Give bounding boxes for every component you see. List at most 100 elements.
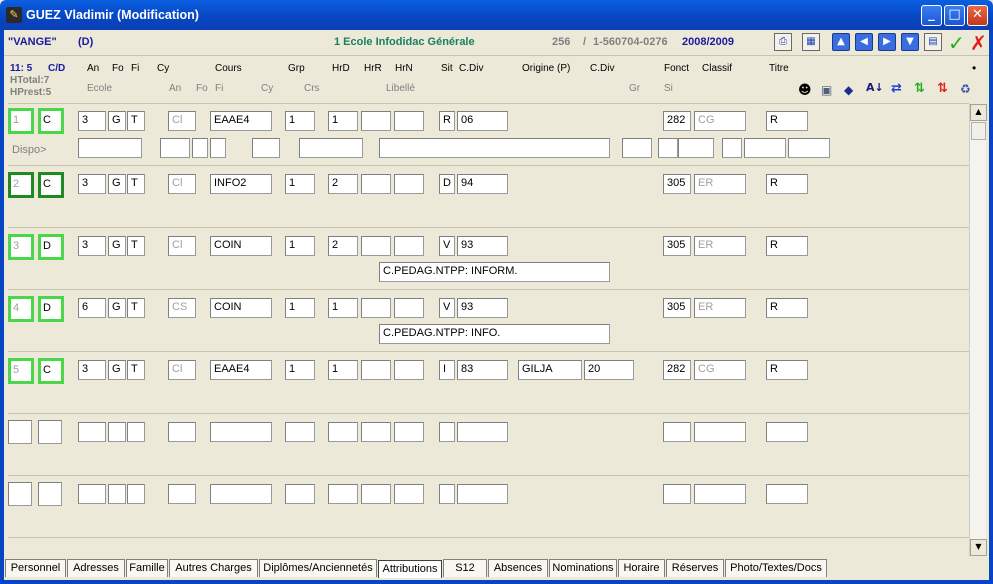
libelle-field[interactable]: C.PEDAG.NTPP: INFO. — [379, 324, 610, 344]
sit-field[interactable]: V — [439, 236, 455, 256]
cdiv-field[interactable]: 93 — [457, 236, 508, 256]
menu-dot[interactable]: • — [972, 61, 976, 75]
classif-field[interactable]: ER — [694, 174, 746, 194]
cours-field[interactable]: EAAE4 — [210, 111, 272, 131]
fi-field[interactable]: T — [127, 298, 145, 318]
hrn-field[interactable] — [394, 174, 424, 194]
cours-field[interactable] — [210, 484, 272, 504]
sort-az-icon[interactable]: A↓ — [866, 81, 884, 94]
fonct-field[interactable]: 305 — [663, 174, 691, 194]
fonct-field[interactable]: 282 — [663, 360, 691, 380]
cours-field[interactable]: INFO2 — [210, 174, 272, 194]
tab-adresses[interactable]: Adresses — [67, 559, 125, 577]
cdiv-field[interactable]: 83 — [457, 360, 508, 380]
cd-box[interactable]: D — [38, 234, 64, 260]
cy-field[interactable]: Cl — [168, 111, 196, 131]
hrn-field[interactable] — [394, 360, 424, 380]
fi-field[interactable] — [127, 422, 145, 442]
dispo-fi-field[interactable] — [210, 138, 226, 158]
tab-horaire[interactable]: Horaire — [618, 559, 665, 577]
an-field[interactable] — [78, 484, 106, 504]
fonct-field[interactable] — [663, 422, 691, 442]
titre-field[interactable] — [766, 484, 808, 504]
move-green-icon[interactable]: ⇅ — [914, 81, 925, 96]
cdiv-field[interactable]: 06 — [457, 111, 508, 131]
cd-box[interactable]: D — [38, 296, 64, 322]
hrd-field[interactable]: 1 — [328, 111, 358, 131]
tab-s12[interactable]: S12 — [443, 559, 487, 577]
tab-diplomes[interactable]: Diplômes/Anciennetés — [259, 559, 377, 577]
row-number-box[interactable]: 2 — [8, 172, 34, 198]
hrd-field[interactable]: 1 — [328, 360, 358, 380]
hrr-field[interactable] — [361, 236, 391, 256]
an-field[interactable]: 3 — [78, 174, 106, 194]
classif-field[interactable]: CG — [694, 360, 746, 380]
move-red-icon[interactable]: ⇅ — [937, 81, 948, 96]
classif-field[interactable] — [694, 484, 746, 504]
dispo-an-field[interactable] — [160, 138, 190, 158]
person-icon[interactable]: ☻ — [798, 83, 812, 98]
hrd-field[interactable]: 2 — [328, 174, 358, 194]
car-icon[interactable]: ◆ — [844, 83, 853, 97]
classif-field[interactable]: ER — [694, 236, 746, 256]
hrn-field[interactable] — [394, 422, 424, 442]
tab-absences[interactable]: Absences — [488, 559, 548, 577]
grp-field[interactable]: 1 — [285, 298, 315, 318]
hrd-field[interactable]: 2 — [328, 236, 358, 256]
fi-field[interactable]: T — [127, 236, 145, 256]
row-number-box[interactable]: 5 — [8, 358, 34, 384]
titre-field[interactable]: R — [766, 111, 808, 131]
row-number-box[interactable] — [8, 420, 32, 444]
hrd-field[interactable] — [328, 422, 358, 442]
dispo-cy-field[interactable] — [252, 138, 280, 158]
grp-field[interactable]: 1 — [285, 236, 315, 256]
sit-field[interactable]: V — [439, 298, 455, 318]
cdiv-field[interactable]: 93 — [457, 298, 508, 318]
fo-field[interactable] — [108, 422, 126, 442]
scroll-thumb[interactable] — [971, 122, 986, 140]
dispo-crs-field[interactable] — [299, 138, 363, 158]
cd-box[interactable]: C — [38, 108, 64, 134]
cd-box[interactable]: C — [38, 358, 64, 384]
fo-field[interactable]: G — [108, 174, 126, 194]
fi-field[interactable]: T — [127, 360, 145, 380]
grp-field[interactable] — [285, 484, 315, 504]
hrr-field[interactable] — [361, 298, 391, 318]
calculator-icon[interactable]: ▦ — [802, 33, 820, 51]
classif-field[interactable]: CG — [694, 111, 746, 131]
titre-field[interactable]: R — [766, 236, 808, 256]
row-number-box[interactable]: 4 — [8, 296, 34, 322]
dispo-field-d[interactable] — [788, 138, 830, 158]
hrd-field[interactable] — [328, 484, 358, 504]
tab-reserves[interactable]: Réserves — [666, 559, 724, 577]
cours-field[interactable]: COIN — [210, 298, 272, 318]
cy-field[interactable]: Cl — [168, 174, 196, 194]
an-field[interactable]: 6 — [78, 298, 106, 318]
vertical-scrollbar[interactable]: ▲ ▼ — [969, 104, 987, 556]
validate-check-icon[interactable]: ✓ — [948, 31, 965, 55]
tab-attributions[interactable]: Attributions — [378, 560, 442, 578]
tab-photo-textes-docs[interactable]: Photo/Textes/Docs — [725, 559, 827, 577]
an-field[interactable]: 3 — [78, 236, 106, 256]
dispo-ecole-field[interactable] — [78, 138, 142, 158]
hrn-field[interactable] — [394, 111, 424, 131]
fonct-field[interactable]: 305 — [663, 298, 691, 318]
clipboard-icon[interactable]: ▤ — [924, 33, 942, 51]
cdiv-field[interactable] — [457, 422, 508, 442]
grp-field[interactable] — [285, 422, 315, 442]
fo-field[interactable]: G — [108, 236, 126, 256]
cours-field[interactable]: COIN — [210, 236, 272, 256]
hrn-field[interactable] — [394, 298, 424, 318]
sit-field[interactable]: D — [439, 174, 455, 194]
cd-box[interactable]: C — [38, 172, 64, 198]
cdiv2-field[interactable]: 20 — [584, 360, 634, 380]
down-arrow-icon[interactable]: ▼ — [901, 33, 919, 51]
dispo-gr-field[interactable] — [622, 138, 652, 158]
cy-field[interactable]: CS — [168, 298, 196, 318]
cy-field[interactable] — [168, 484, 196, 504]
print-icon[interactable]: ⎙ — [774, 33, 792, 51]
hrd-field[interactable]: 1 — [328, 298, 358, 318]
row-number-box[interactable]: 1 — [8, 108, 34, 134]
dispo-field-a[interactable] — [678, 138, 714, 158]
hrr-field[interactable] — [361, 360, 391, 380]
